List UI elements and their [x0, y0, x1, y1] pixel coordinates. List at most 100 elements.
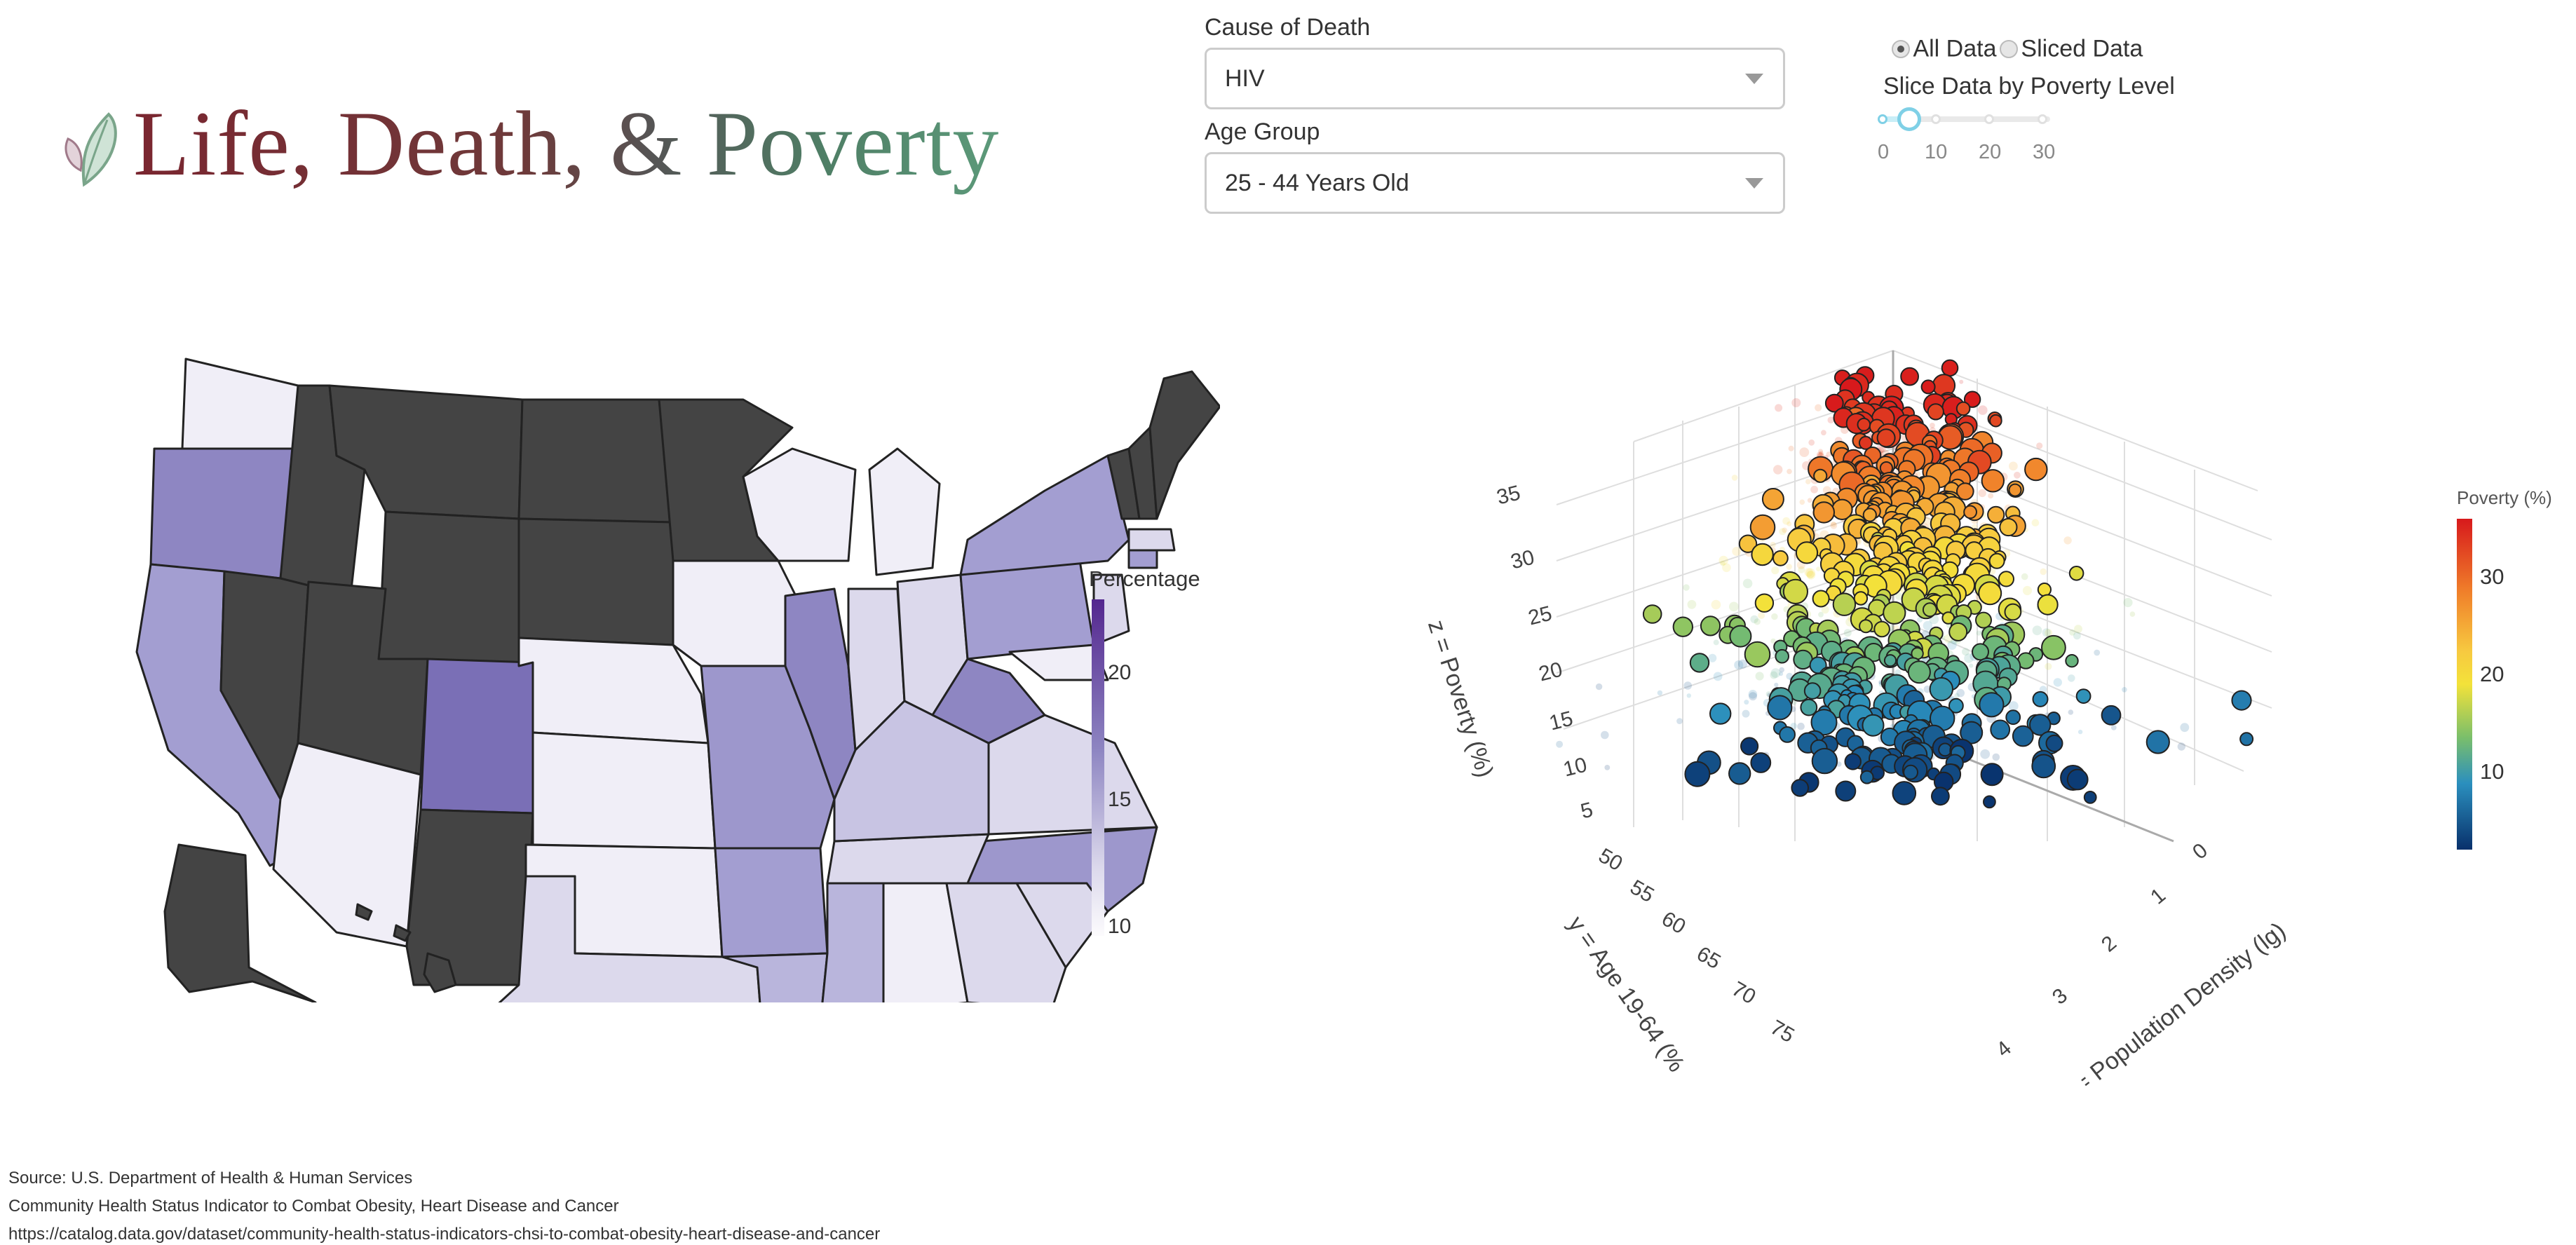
cause-label: Cause of Death	[1205, 14, 1371, 41]
footer-url-link[interactable]: https://catalog.data.gov/dataset/communi…	[8, 1225, 880, 1244]
scatter-point	[1989, 414, 2002, 428]
scatter-background-point	[1930, 423, 1935, 428]
scatter-background-point	[1742, 709, 1750, 718]
state-new-mexico	[405, 808, 534, 986]
chevron-down-icon	[1745, 178, 1763, 189]
scatter-point	[2239, 732, 2254, 747]
map-colorbar-tick: 10	[1108, 915, 1132, 938]
scatter-background-point	[1916, 471, 1921, 477]
scatter-background-point	[1770, 541, 1776, 548]
scatter-background-point	[1604, 765, 1611, 770]
scatter-background-point	[1775, 404, 1783, 412]
scatter-point	[1938, 742, 1952, 757]
cause-value: HIV	[1225, 65, 1265, 92]
scatter-background-point	[2021, 573, 2028, 580]
scatter-point	[1979, 692, 2005, 718]
app-logo: Life, Death, & Poverty	[60, 88, 1090, 200]
scatter-point	[2037, 594, 2059, 615]
scatter-background-point	[2122, 687, 2127, 693]
radio-sliced-data-input[interactable]	[1999, 39, 2018, 58]
slider-mark-label: 0	[1878, 141, 1890, 163]
scatter-background-point	[1788, 445, 1794, 451]
poverty-slider[interactable]	[1876, 105, 2059, 133]
scatter-point	[1700, 615, 1721, 637]
state-new-york	[959, 454, 1130, 576]
scatter-point	[1744, 641, 1771, 668]
footer-dataset: Community Health Status Indicator to Com…	[8, 1197, 619, 1216]
age-dropdown[interactable]: 25 - 44 Years Old	[1205, 152, 1785, 214]
radio-sliced-data[interactable]: Sliced Data	[1999, 35, 2143, 62]
scatter-point	[2083, 791, 2097, 804]
age-label: Age Group	[1205, 118, 1320, 145]
state-oregon	[149, 447, 299, 580]
state-north-dakota	[517, 398, 674, 524]
scatter-point	[1803, 682, 1822, 700]
scatter-point	[1999, 517, 2018, 537]
scatter-background-point	[2068, 674, 2075, 682]
scatter-background-point	[1731, 475, 1738, 481]
scatter-background-point	[1676, 718, 1683, 724]
scatter-point	[1990, 719, 2011, 740]
scatter-background-point	[1821, 430, 1826, 436]
scatter-point	[1929, 676, 1953, 702]
scatter-point	[2012, 725, 2034, 747]
scatter-point	[2032, 690, 2049, 707]
poverty-3d-scatter[interactable]	[1402, 336, 2314, 1066]
scatter-background-point	[1657, 690, 1663, 696]
radio-all-data[interactable]: All Data	[1892, 35, 1997, 62]
scatter-background-point	[1755, 672, 1764, 681]
scatter-point	[1920, 379, 1936, 395]
us-choropleth-map[interactable]	[126, 351, 1220, 1002]
scatter-background-point	[1556, 740, 1564, 748]
scatter-point	[2101, 705, 2122, 726]
scatter-point	[2008, 483, 2022, 497]
scatter-background-point	[1729, 601, 1739, 612]
scatter-background-point	[1754, 618, 1761, 625]
scatter-point	[1883, 654, 1897, 667]
scatter-point	[1795, 541, 1819, 564]
scatter-background-point	[2068, 709, 2074, 715]
scatter-background-point	[1782, 527, 1787, 533]
scatter-background-point	[1988, 493, 1994, 499]
scatter-background-point	[1799, 499, 1805, 505]
scatter-point	[1975, 611, 1992, 629]
slider-mark-dot[interactable]	[1878, 114, 1887, 124]
state-michigan	[868, 447, 941, 576]
scatter-point	[2031, 754, 2056, 779]
scatter-colorbar-tick: 20	[2480, 662, 2504, 686]
scatter-point	[1754, 593, 1775, 613]
slider-mark-label: 20	[1979, 141, 2002, 163]
slider-mark-label: 30	[2033, 141, 2056, 163]
scatter-point	[1978, 581, 2002, 606]
scatter-background-point	[2036, 442, 2043, 449]
map-colorbar-tick: 15	[1108, 788, 1132, 811]
state-colorado	[419, 658, 534, 815]
map-colorbar-tick: 20	[1108, 661, 1132, 684]
scatter-point	[1672, 616, 1693, 637]
scatter-background-point	[1732, 547, 1742, 556]
scatter-background-point	[1758, 612, 1765, 619]
scatter-point	[1782, 578, 1809, 604]
scatter-point	[2004, 603, 2022, 621]
slider-handle[interactable]	[1897, 107, 1921, 131]
scatter-point	[1873, 620, 1890, 638]
scatter-background-point	[1601, 730, 1609, 740]
slider-mark-dot[interactable]	[2038, 114, 2047, 124]
state-south-dakota	[517, 517, 674, 646]
slider-mark-dot[interactable]	[1931, 114, 1941, 124]
scatter-point	[1751, 543, 1774, 566]
scatter-background-point	[2110, 725, 2117, 730]
scatter-background-point	[1713, 672, 1723, 681]
scatter-point	[1907, 660, 1931, 684]
scatter-background-point	[1947, 640, 1957, 650]
scatter-colorbar	[2457, 519, 2472, 850]
scatter-point	[1835, 780, 1857, 802]
scatter-background-point	[2177, 742, 2185, 751]
radio-all-data-input[interactable]	[1892, 39, 1910, 58]
scatter-background-point	[2123, 597, 2133, 608]
scatter-point	[1813, 468, 1828, 483]
scatter-background-point	[1806, 571, 1816, 580]
scatter-background-point	[1595, 683, 1603, 690]
cause-dropdown[interactable]: HIV	[1205, 48, 1785, 109]
slider-mark-dot[interactable]	[1984, 114, 1994, 124]
